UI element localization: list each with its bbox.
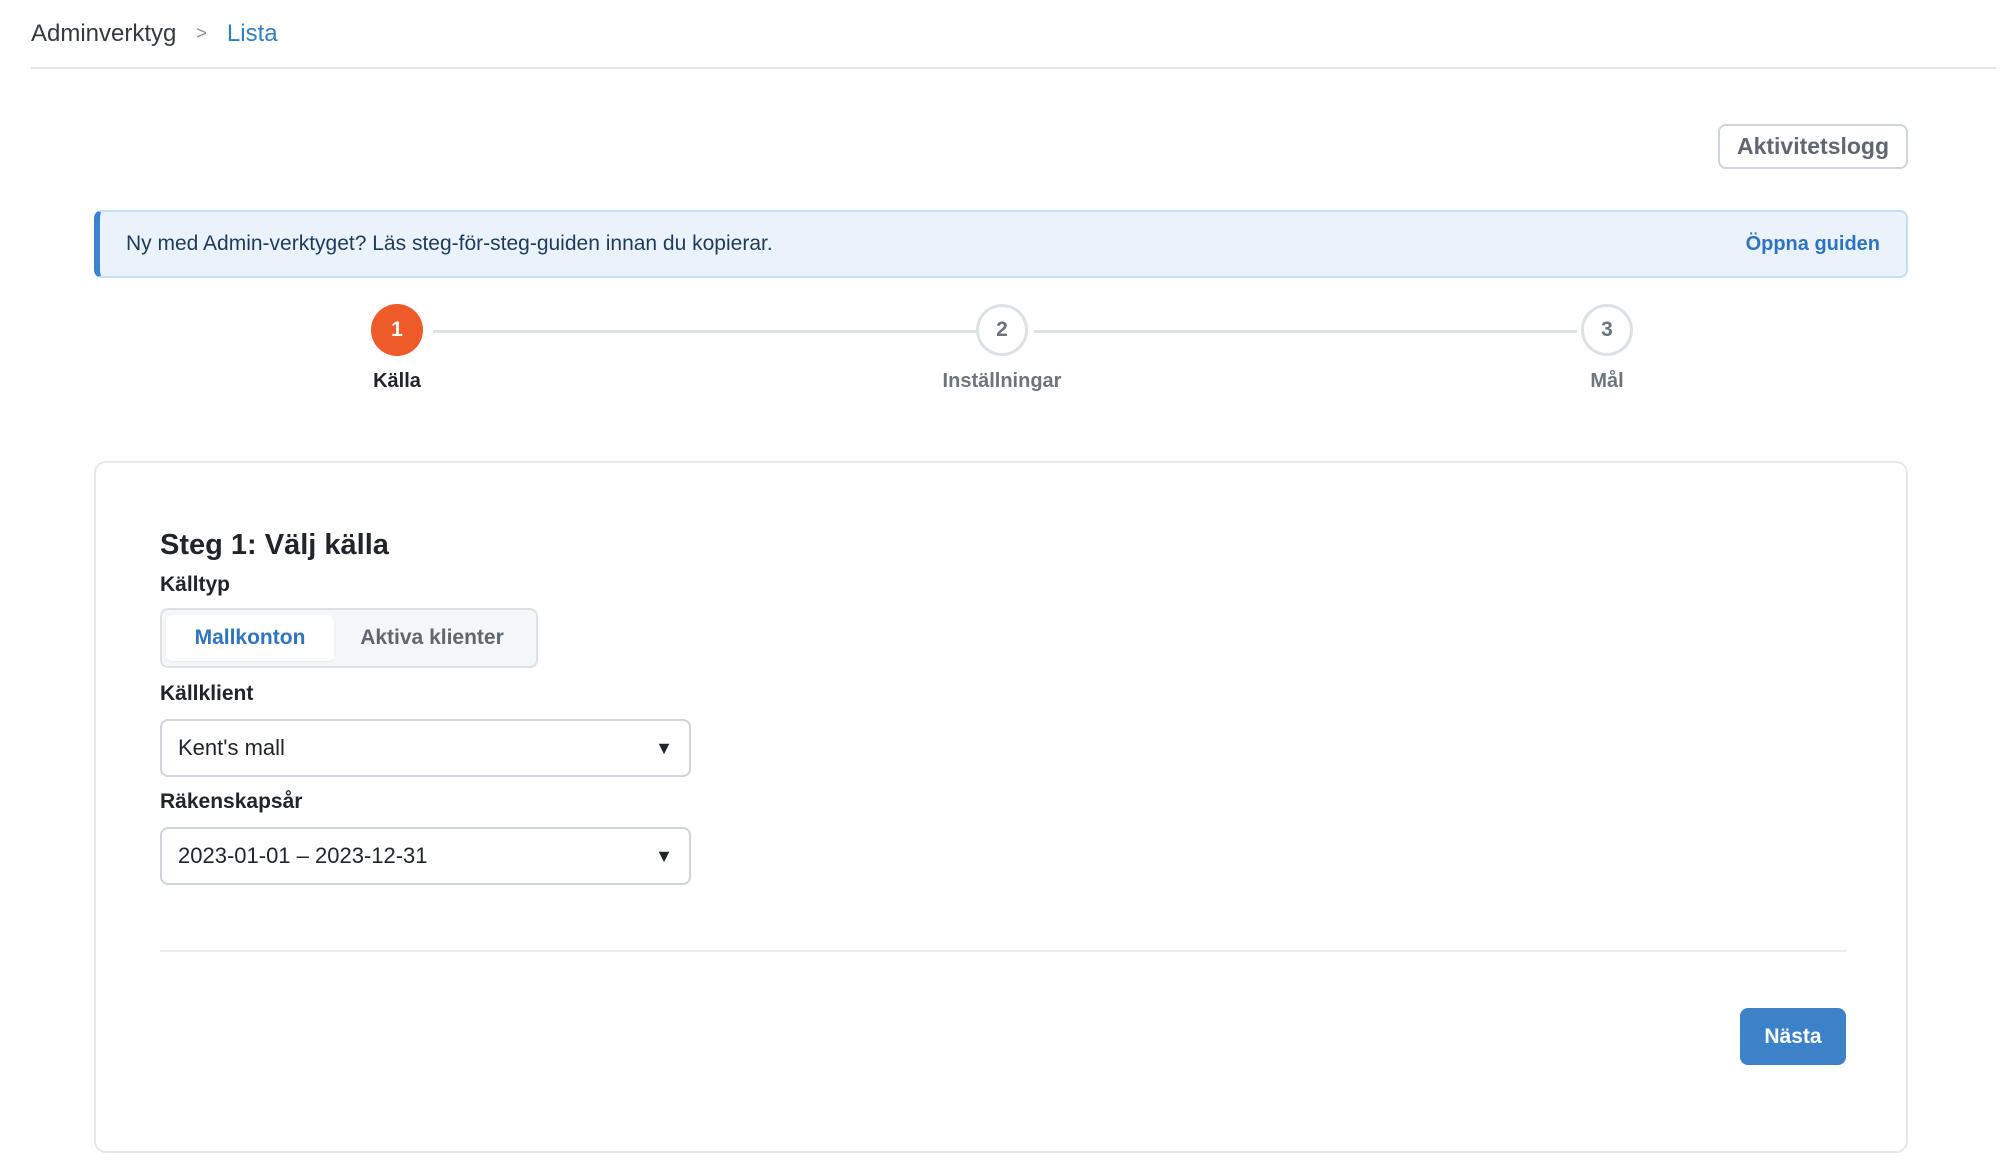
next-button[interactable]: Nästa — [1740, 1008, 1846, 1065]
breadcrumb: Adminverktyg > Lista — [31, 0, 1996, 69]
step-settings: 2 Inställningar — [902, 304, 1102, 393]
stepper: 1 Källa 2 Inställningar 3 Mål — [0, 304, 2002, 404]
source-client-label: Källklient — [160, 682, 254, 705]
breadcrumb-separator-icon: > — [196, 23, 207, 43]
step-label: Källa — [373, 370, 421, 392]
source-form-card: Steg 1: Välj källa Källtyp Mallkonton Ak… — [94, 461, 1908, 1153]
source-client-select[interactable]: Kent's mall ▼ — [160, 719, 691, 777]
open-guide-link[interactable]: Öppna guiden — [1746, 233, 1880, 256]
step-label: Mål — [1590, 370, 1624, 392]
source-client-value: Kent's mall — [178, 735, 285, 760]
stepper-connector — [433, 330, 976, 333]
source-type-option-active-clients[interactable]: Aktiva klienter — [334, 615, 530, 661]
fiscal-year-value: 2023-01-01 – 2023-12-31 — [178, 843, 428, 868]
form-divider — [160, 950, 1846, 952]
breadcrumb-root[interactable]: Adminverktyg — [31, 20, 176, 48]
step-source: 1 Källa — [297, 304, 497, 393]
fiscal-year-label: Räkenskapsår — [160, 790, 303, 813]
source-type-toggle: Mallkonton Aktiva klienter — [160, 608, 538, 668]
step-number-badge: 2 — [976, 304, 1028, 356]
step-label: Inställningar — [942, 370, 1062, 392]
form-title: Steg 1: Välj källa — [160, 529, 389, 561]
chevron-down-icon: ▼ — [655, 737, 673, 758]
step-number-badge: 1 — [371, 304, 423, 356]
step-target: 3 Mål — [1507, 304, 1707, 393]
stepper-connector — [1034, 330, 1577, 333]
chevron-down-icon: ▼ — [655, 845, 673, 866]
fiscal-year-select[interactable]: 2023-01-01 – 2023-12-31 ▼ — [160, 827, 691, 885]
step-number-badge: 3 — [1581, 304, 1633, 356]
breadcrumb-current[interactable]: Lista — [227, 20, 278, 48]
source-type-option-templates[interactable]: Mallkonton — [166, 615, 334, 661]
source-type-label: Källtyp — [160, 573, 231, 596]
guide-banner: Ny med Admin-verktyget? Läs steg-för-ste… — [94, 210, 1908, 278]
guide-banner-text: Ny med Admin-verktyget? Läs steg-för-ste… — [126, 232, 773, 255]
activity-log-button[interactable]: Aktivitetslogg — [1718, 124, 1908, 169]
